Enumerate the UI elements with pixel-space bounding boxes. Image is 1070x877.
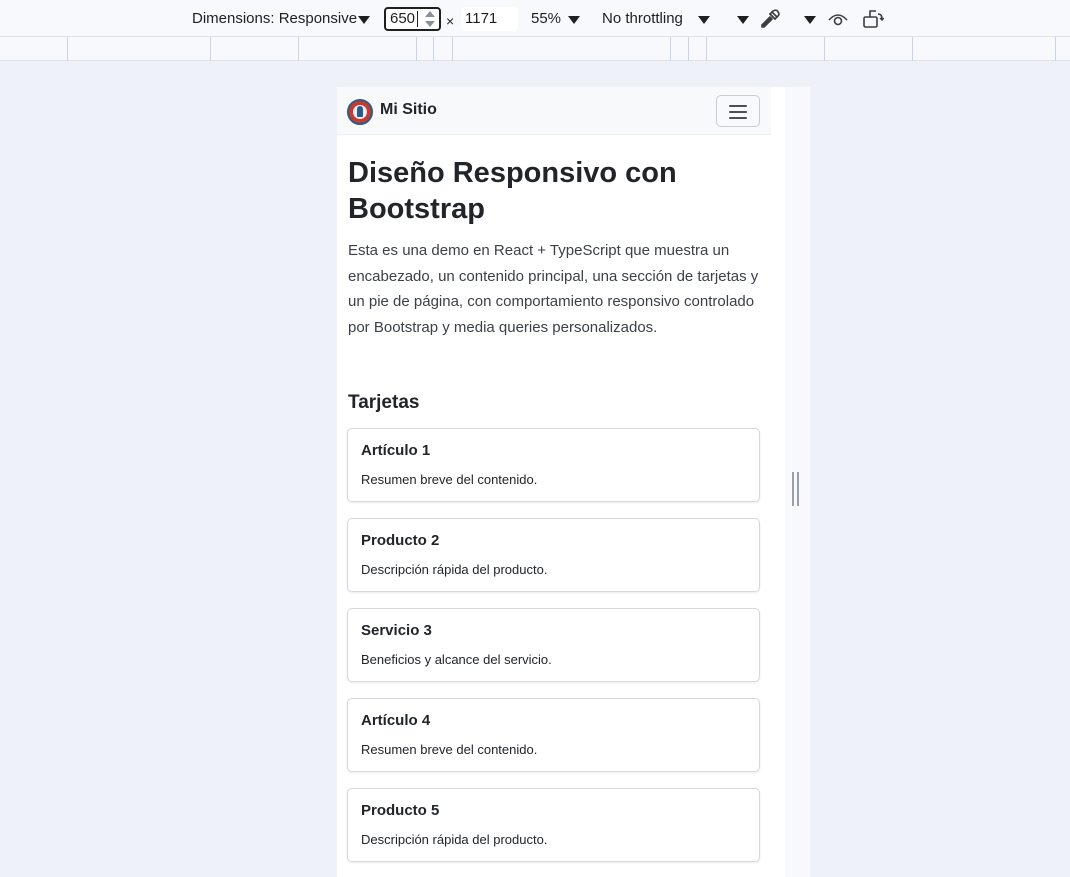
zoom-dropdown[interactable]: 55% xyxy=(531,10,561,28)
navbar-toggler-button[interactable] xyxy=(716,95,760,127)
card-text: Descripción rápida del producto. xyxy=(361,832,548,847)
brand-link[interactable]: Mi Sitio xyxy=(380,101,437,119)
card: Artículo 1 Resumen breve del contenido. xyxy=(347,428,760,502)
throttling-dropdown[interactable]: No throttling xyxy=(602,10,683,28)
eyedropper-chevron-down-icon[interactable] xyxy=(804,16,816,24)
intro-paragraph: Esta es una demo en React + TypeScript q… xyxy=(348,242,759,336)
hamburger-icon xyxy=(729,105,747,107)
dimensions-dropdown[interactable]: Dimensions: Responsive xyxy=(192,10,357,28)
page-title: Diseño Responsivo con Bootstrap xyxy=(348,157,677,225)
width-spinner[interactable] xyxy=(425,11,435,27)
dimensions-chevron-down-icon[interactable] xyxy=(358,16,370,24)
cards-heading: Tarjetas xyxy=(348,392,420,413)
card-text: Resumen breve del contenido. xyxy=(361,742,538,757)
rotate-icon[interactable] xyxy=(862,8,885,30)
throttling-chevron-down-icon[interactable] xyxy=(698,16,710,24)
more-options-chevron-down-icon[interactable] xyxy=(737,16,749,24)
card-title: Artículo 4 xyxy=(361,712,431,729)
card: Artículo 4 Resumen breve del contenido. xyxy=(347,698,760,772)
card-title: Servicio 3 xyxy=(361,622,432,639)
width-value: 650 xyxy=(390,10,416,27)
resize-handle-icon[interactable] xyxy=(792,472,801,506)
card-title: Producto 5 xyxy=(361,802,440,819)
card-text: Beneficios y alcance del servicio. xyxy=(361,652,552,667)
card-text: Descripción rápida del producto. xyxy=(361,562,548,577)
emulated-viewport: Mi Sitio Diseño Responsivo con Bootstrap… xyxy=(337,87,785,877)
height-value: 1171 xyxy=(465,10,498,27)
site-navbar: Mi Sitio xyxy=(337,87,771,135)
card: Servicio 3 Beneficios y alcance del serv… xyxy=(347,608,760,682)
text-cursor xyxy=(417,11,418,27)
zoom-chevron-down-icon[interactable] xyxy=(568,16,580,24)
brand-logo-icon[interactable] xyxy=(347,99,373,125)
eye-icon[interactable] xyxy=(827,8,849,30)
width-input[interactable]: 650 xyxy=(384,7,441,31)
card-text: Resumen breve del contenido. xyxy=(361,472,538,487)
device-toolbar: Dimensions: Responsive 650 × 1171 55% No… xyxy=(0,0,1070,37)
card-title: Artículo 1 xyxy=(361,442,431,459)
eyedropper-icon[interactable] xyxy=(759,8,781,30)
height-input[interactable]: 1171 xyxy=(461,7,518,31)
card: Producto 5 Descripción rápida del produc… xyxy=(347,788,760,862)
times-symbol: × xyxy=(446,13,455,29)
media-query-bar[interactable] xyxy=(0,37,1070,61)
card: Producto 2 Descripción rápida del produc… xyxy=(347,518,760,592)
card-title: Producto 2 xyxy=(361,532,440,549)
